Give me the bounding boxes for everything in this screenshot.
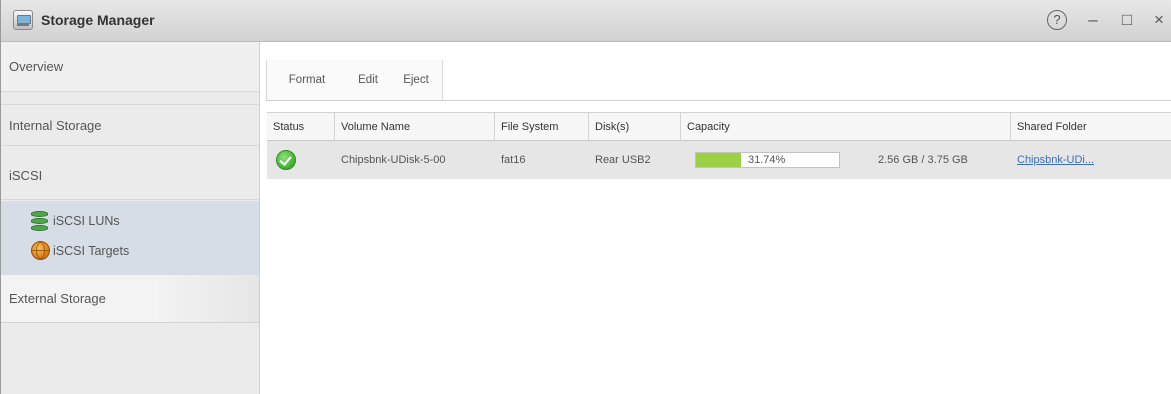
check-circle-icon [276,150,296,170]
column-header-capacity[interactable]: Capacity [681,113,1011,141]
column-header-volume-name[interactable]: Volume Name [335,113,495,141]
globe-icon [31,241,50,260]
shared-folder-cell: Chipsbnk-UDi... [1011,141,1171,179]
column-header-file-system[interactable]: File System [495,113,589,141]
capacity-text: 2.56 GB / 3.75 GB [878,154,968,166]
status-cell [267,141,335,179]
close-icon[interactable]: × [1149,9,1169,31]
column-header-disks[interactable]: Disk(s) [589,113,681,141]
column-header-shared-folder[interactable]: Shared Folder [1011,113,1171,141]
window-title: Storage Manager [41,12,155,28]
sidebar-item-iscsi-targets[interactable]: iSCSI Targets [31,239,129,263]
table-row[interactable]: Chipsbnk-UDisk-5-00 fat16 Rear USB2 31.7… [267,141,1171,179]
main-panel: Format Edit Eject Status Volume Name Fil… [260,42,1171,394]
disks-cell: Rear USB2 [595,154,651,166]
database-icon [31,211,48,231]
format-button[interactable]: Format [266,60,348,100]
sidebar-item-label: iSCSI LUNs [53,214,120,228]
shared-folder-link[interactable]: Chipsbnk-UDi... [1017,154,1094,166]
storage-manager-window: Storage Manager ? – □ × Overview Interna… [0,0,1171,394]
table-header: Status Volume Name File System Disk(s) C… [267,112,1171,141]
sidebar-item-internal-storage[interactable]: Internal Storage [1,104,259,146]
sidebar-item-external-storage[interactable]: External Storage [1,275,259,323]
capacity-progress-bar: 31.74% [695,152,840,168]
capacity-progress-fill [696,153,742,167]
maximize-icon[interactable]: □ [1117,9,1137,31]
iscsi-submenu: iSCSI LUNs iSCSI Targets [1,201,259,275]
sidebar-item-iscsi[interactable]: iSCSI [1,152,259,200]
sidebar-item-iscsi-luns[interactable]: iSCSI LUNs [31,209,120,233]
toolbar: Format Edit Eject [266,60,1171,101]
capacity-percent: 31.74% [748,154,786,166]
sidebar-item-label: iSCSI Targets [53,244,130,258]
eject-button[interactable]: Eject [390,60,443,100]
capacity-cell: 31.74% 2.56 GB / 3.75 GB [681,141,1011,179]
help-icon[interactable]: ? [1047,10,1067,30]
sidebar-item-overview[interactable]: Overview [1,42,259,92]
storage-manager-icon [13,10,33,30]
column-header-status[interactable]: Status [267,113,335,141]
volume-name-cell: Chipsbnk-UDisk-5-00 [341,154,446,166]
edit-button[interactable]: Edit [346,60,391,100]
file-system-cell: fat16 [501,154,526,166]
minimize-icon[interactable]: – [1083,9,1103,31]
title-bar: Storage Manager ? – □ × [1,0,1171,42]
sidebar: Overview Internal Storage iSCSI iSCSI LU… [1,42,260,394]
